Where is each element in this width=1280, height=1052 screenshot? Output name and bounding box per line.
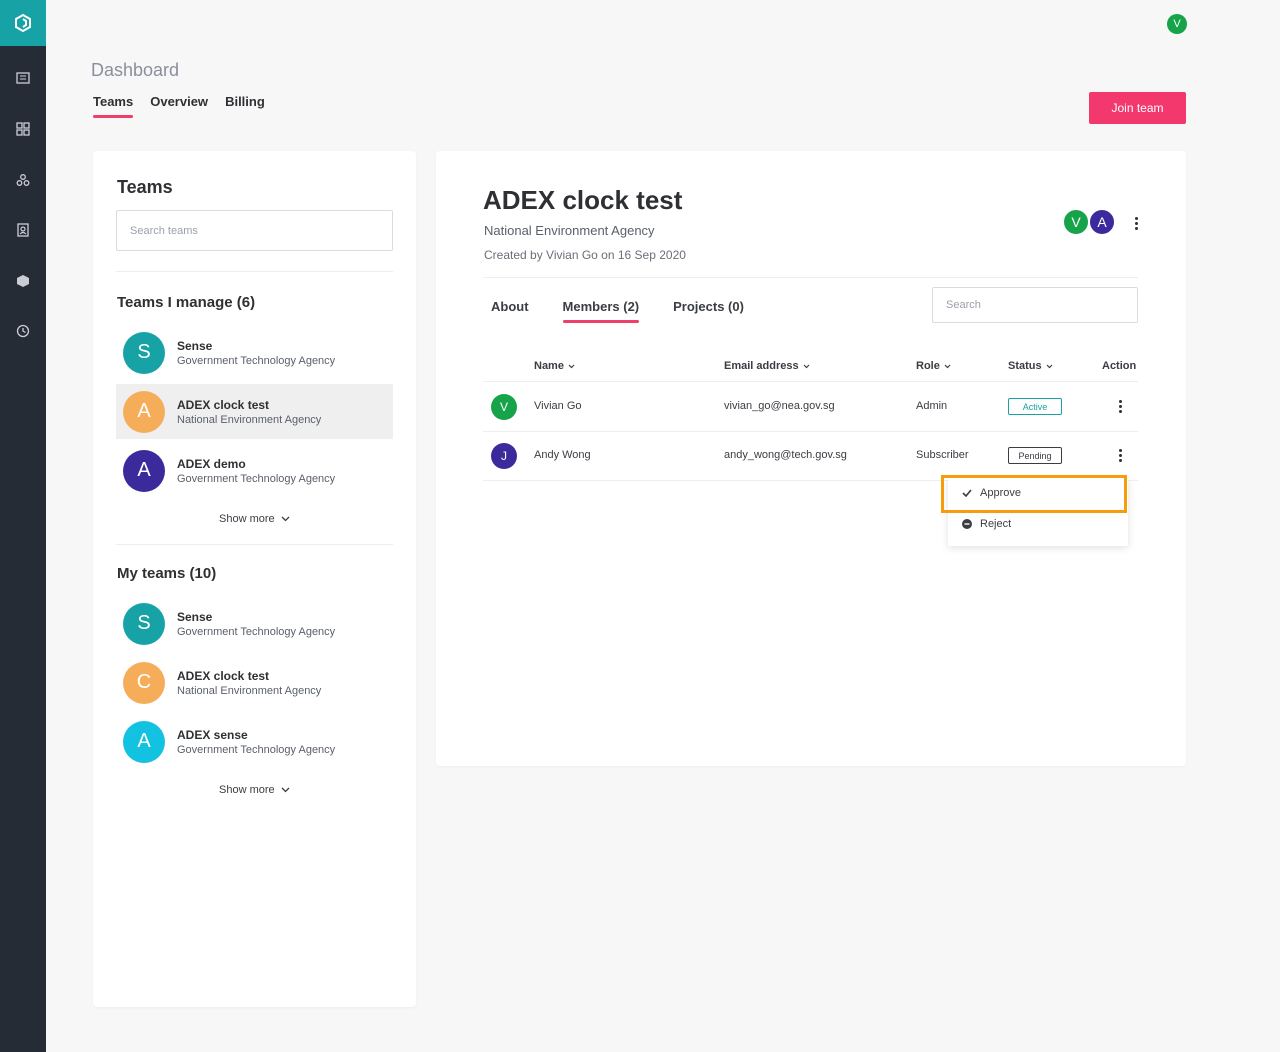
teams-panel: Teams Search teams Teams I manage (6) S …: [93, 151, 416, 1007]
team-org: Government Technology Agency: [177, 625, 336, 638]
user-avatar[interactable]: V: [1167, 14, 1187, 34]
side-rail: [0, 0, 46, 1052]
reject-label: Reject: [980, 518, 1012, 530]
catalog-icon[interactable]: [14, 69, 32, 87]
detail-tabs: About Members (2) Projects (0): [491, 299, 744, 323]
team-name: ADEX demo: [177, 456, 246, 471]
app-logo-icon[interactable]: [0, 0, 46, 46]
divider: [116, 271, 393, 272]
team-list-item[interactable]: A ADEX sense Government Technology Agenc…: [116, 714, 393, 769]
member-email: vivian_go@nea.gov.sg: [724, 400, 835, 412]
member-email: andy_wong@tech.gov.sg: [724, 449, 847, 461]
member-name: Vivian Go: [534, 400, 582, 412]
status-badge: Pending: [1008, 447, 1062, 464]
column-header-email[interactable]: Email address: [724, 360, 810, 372]
apps-grid-icon[interactable]: [14, 120, 32, 138]
teams-panel-title: Teams: [117, 177, 173, 197]
divider: [483, 381, 1138, 382]
team-org: National Environment Agency: [177, 684, 322, 697]
avatar: V: [491, 394, 517, 420]
team-detail-panel: ADEX clock test National Environment Age…: [436, 151, 1186, 766]
column-header-name[interactable]: Name: [534, 360, 575, 372]
clock-icon[interactable]: [14, 322, 32, 340]
column-header-status[interactable]: Status: [1008, 360, 1053, 372]
team-list-item[interactable]: A ADEX demo Government Technology Agency: [116, 443, 393, 498]
teams-i-manage-heading: Teams I manage (6): [117, 294, 256, 311]
team-name: Sense: [177, 338, 213, 353]
team-org: National Environment Agency: [177, 413, 322, 426]
team-org: Government Technology Agency: [177, 354, 336, 367]
my-teams-heading: My teams (10): [117, 565, 217, 582]
team-avatar: S: [123, 331, 165, 374]
divider: [483, 431, 1138, 432]
sort-chevron-icon: [944, 364, 951, 368]
divider: [116, 544, 393, 545]
tab-billing[interactable]: Billing: [225, 94, 265, 118]
team-created-by: Created by Vivian Go on 16 Sep 2020: [484, 248, 686, 262]
tab-teams[interactable]: Teams: [93, 94, 134, 118]
member-name: Andy Wong: [534, 449, 591, 461]
tab-about[interactable]: About: [491, 299, 529, 323]
team-name: Sense: [177, 609, 213, 624]
team-name: ADEX sense: [177, 727, 248, 742]
teams-icon[interactable]: [14, 171, 32, 189]
member-avatars: V A: [1062, 208, 1116, 236]
team-org: Government Technology Agency: [177, 472, 336, 485]
chevron-down-icon: [281, 516, 290, 522]
tab-projects[interactable]: Projects (0): [673, 299, 744, 323]
tab-overview[interactable]: Overview: [150, 94, 208, 118]
tab-members[interactable]: Members (2): [562, 299, 639, 323]
sort-chevron-icon: [568, 364, 575, 368]
team-avatar: A: [123, 449, 165, 492]
avatar: J: [491, 443, 517, 469]
team-avatar: A: [123, 390, 165, 433]
team-org: Government Technology Agency: [177, 743, 336, 756]
team-list-item[interactable]: C ADEX clock test National Environment A…: [116, 655, 393, 710]
team-list-item-selected[interactable]: A ADEX clock test National Environment A…: [116, 384, 393, 439]
search-teams-input[interactable]: Search teams: [116, 210, 393, 251]
status-badge: Active: [1008, 398, 1062, 415]
top-tabs: Teams Overview Billing: [93, 94, 265, 118]
team-name: ADEX clock test: [177, 668, 270, 683]
team-list-item[interactable]: S Sense Government Technology Agency: [116, 596, 393, 651]
team-title: ADEX clock test: [483, 185, 683, 215]
member-role: Admin: [916, 400, 948, 412]
approve-highlight-box: [941, 475, 1127, 513]
row-actions-icon[interactable]: [1113, 398, 1127, 414]
reject-menu-item[interactable]: Reject: [962, 518, 1011, 530]
team-avatar: C: [123, 661, 165, 704]
page-title: Dashboard: [91, 60, 180, 80]
divider: [483, 277, 1138, 278]
team-avatar: S: [123, 602, 165, 645]
team-avatar: A: [123, 720, 165, 763]
search-members-input[interactable]: Search: [932, 287, 1138, 323]
contacts-icon[interactable]: [14, 221, 32, 239]
team-org: National Environment Agency: [484, 223, 655, 238]
show-more-button[interactable]: Show more: [219, 784, 290, 796]
chevron-down-icon: [281, 787, 290, 793]
minus-circle-icon: [962, 519, 972, 529]
package-icon[interactable]: [14, 272, 32, 290]
show-more-label: Show more: [219, 784, 275, 796]
avatar[interactable]: A: [1088, 208, 1116, 236]
team-name: ADEX clock test: [177, 397, 270, 412]
join-team-button[interactable]: Join team: [1089, 92, 1186, 124]
sort-chevron-icon: [803, 364, 810, 368]
show-more-label: Show more: [219, 513, 275, 525]
avatar[interactable]: V: [1062, 208, 1090, 236]
more-options-icon[interactable]: [1129, 215, 1143, 231]
column-header-action: Action: [1102, 360, 1137, 372]
row-actions-icon[interactable]: [1113, 447, 1127, 463]
team-list-item[interactable]: S Sense Government Technology Agency: [116, 325, 393, 380]
member-role: Subscriber: [916, 449, 969, 461]
column-header-role[interactable]: Role: [916, 360, 951, 372]
show-more-button[interactable]: Show more: [219, 513, 290, 525]
sort-chevron-icon: [1046, 364, 1053, 368]
